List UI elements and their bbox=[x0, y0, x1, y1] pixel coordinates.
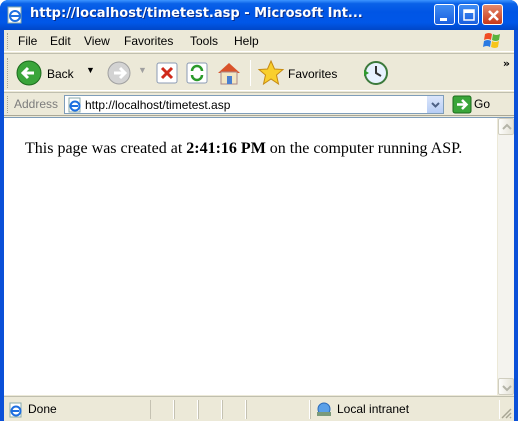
zone-panel: Local intranet bbox=[310, 400, 500, 419]
menu-edit[interactable]: Edit bbox=[50, 34, 71, 48]
status-text: Done bbox=[28, 402, 57, 416]
forward-dropdown-icon[interactable]: ▼ bbox=[138, 65, 147, 75]
status-panel bbox=[246, 400, 310, 419]
ie-page-icon bbox=[9, 402, 22, 418]
menu-grip[interactable] bbox=[7, 33, 10, 49]
menu-help[interactable]: Help bbox=[234, 34, 259, 48]
go-label: Go bbox=[474, 97, 491, 111]
chevron-down-icon bbox=[431, 102, 440, 108]
chevron-down-icon bbox=[502, 385, 512, 392]
history-icon bbox=[364, 61, 388, 85]
status-panel bbox=[174, 400, 198, 419]
zone-text: Local intranet bbox=[337, 402, 410, 416]
created-time: 2:41:16 PM bbox=[186, 140, 266, 157]
back-arrow-icon bbox=[16, 60, 42, 86]
history-button[interactable] bbox=[360, 58, 392, 88]
page-content: This page was created at 2:41:16 PM on t… bbox=[4, 117, 514, 395]
menu-file[interactable]: File bbox=[18, 34, 37, 48]
scroll-up-button[interactable] bbox=[498, 118, 514, 135]
windows-logo-icon bbox=[483, 33, 500, 48]
toolbar-separator bbox=[250, 60, 251, 86]
standard-toolbar: Back ▼ ▼ Favorites » bbox=[4, 53, 514, 91]
address-field[interactable] bbox=[64, 95, 444, 114]
home-button[interactable] bbox=[214, 58, 244, 88]
forward-button[interactable]: ▼ bbox=[104, 58, 147, 88]
favorites-star-icon bbox=[257, 59, 285, 86]
go-arrow-icon bbox=[452, 95, 472, 114]
stop-icon bbox=[156, 62, 178, 84]
browser-window: http://localhost/timetest.asp - Microsof… bbox=[0, 0, 518, 421]
scroll-down-button[interactable] bbox=[498, 378, 514, 395]
refresh-button[interactable] bbox=[184, 58, 210, 88]
page-text-start: This page was created at bbox=[25, 140, 187, 157]
back-button[interactable]: Back ▼ bbox=[14, 58, 96, 88]
status-panel bbox=[222, 400, 246, 419]
minimize-button[interactable] bbox=[434, 4, 455, 25]
window-title: http://localhost/timetest.asp - Microsof… bbox=[30, 6, 363, 21]
stop-button[interactable] bbox=[154, 58, 180, 88]
page-text-end: on the computer running ASP. bbox=[265, 140, 463, 157]
menu-favorites[interactable]: Favorites bbox=[124, 34, 173, 48]
chevron-up-icon bbox=[502, 123, 512, 130]
minimize-icon bbox=[440, 18, 447, 21]
go-button[interactable]: Go bbox=[450, 95, 510, 114]
toolbar-grip[interactable] bbox=[7, 58, 10, 88]
menu-bar: File Edit View Favorites Tools Help bbox=[4, 30, 514, 52]
maximize-button[interactable] bbox=[458, 4, 479, 25]
maximize-icon bbox=[463, 9, 475, 21]
ie-page-icon bbox=[7, 6, 22, 24]
close-button[interactable] bbox=[482, 4, 503, 25]
refresh-icon bbox=[186, 62, 208, 84]
favorites-button[interactable]: Favorites bbox=[256, 58, 356, 88]
home-icon bbox=[218, 63, 240, 85]
back-dropdown-icon[interactable]: ▼ bbox=[86, 65, 95, 75]
status-bar: Done Local intranet bbox=[4, 396, 514, 421]
close-icon bbox=[488, 10, 499, 21]
address-label: Address bbox=[14, 97, 59, 111]
ie-page-icon bbox=[68, 97, 81, 113]
address-grip[interactable] bbox=[7, 96, 10, 113]
back-label: Back bbox=[47, 67, 74, 81]
page-text: This page was created at 2:41:16 PM on t… bbox=[25, 138, 485, 159]
toolbar-overflow-icon[interactable]: » bbox=[503, 57, 510, 70]
address-dropdown-button[interactable] bbox=[426, 96, 443, 113]
forward-arrow-icon bbox=[107, 61, 131, 85]
address-input[interactable] bbox=[85, 96, 415, 113]
status-panel bbox=[150, 400, 174, 419]
local-intranet-icon bbox=[317, 402, 331, 416]
address-bar: Address Go bbox=[4, 92, 514, 116]
title-bar[interactable]: http://localhost/timetest.asp - Microsof… bbox=[0, 0, 518, 30]
status-panel bbox=[198, 400, 222, 419]
resize-grip-icon[interactable] bbox=[500, 407, 512, 419]
client-area: File Edit View Favorites Tools Help Back bbox=[4, 30, 514, 421]
favorites-label: Favorites bbox=[288, 67, 338, 81]
menu-view[interactable]: View bbox=[84, 34, 110, 48]
menu-tools[interactable]: Tools bbox=[190, 34, 218, 48]
vertical-scrollbar[interactable] bbox=[497, 118, 514, 395]
